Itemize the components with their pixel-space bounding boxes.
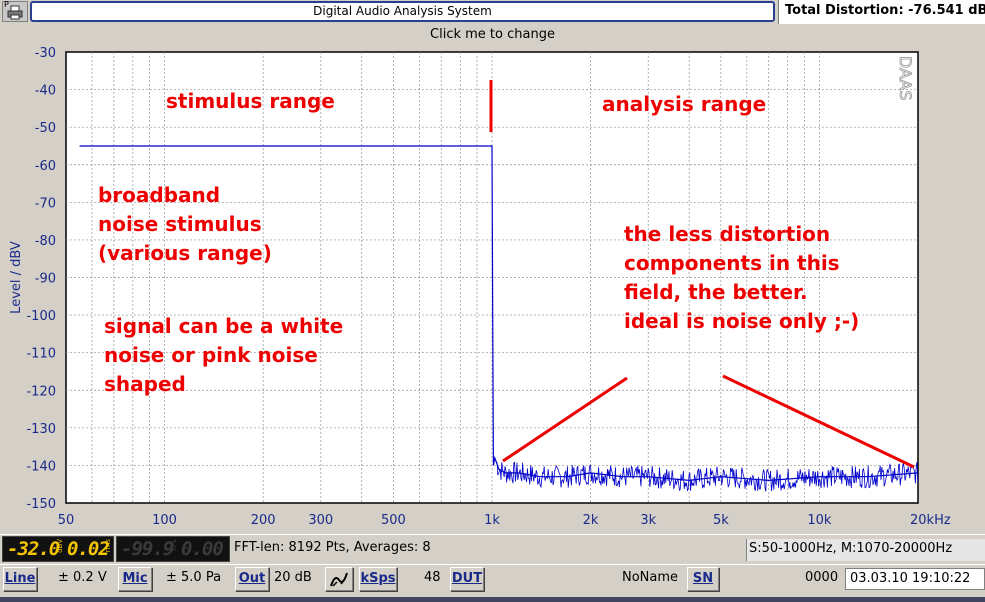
line-button[interactable]: Line — [3, 567, 37, 591]
signal-wave-icon — [330, 572, 348, 587]
y-tick-label: -150 — [26, 497, 56, 512]
x-tick-label: 500 — [381, 513, 406, 528]
x-tick-label: 3k — [640, 513, 656, 528]
plot-header-click-to-change[interactable]: Click me to change — [0, 27, 985, 42]
level-lcd-display: -32.0 dBV 0.02 rms — [2, 536, 114, 562]
counter-value: 0000 — [805, 570, 839, 585]
dut-name-value: NoName — [622, 570, 679, 585]
frequency-range-info: S:50-1000Hz, M:1070-20000Hz — [746, 539, 985, 561]
x-tick-label: 1k — [484, 513, 500, 528]
x-tick-label: 200 — [251, 513, 276, 528]
annotation-broadband: (various range) — [98, 241, 272, 265]
y-tick-label: -40 — [35, 84, 56, 99]
x-tick-label: 5k — [713, 513, 729, 528]
y-tick-label: -80 — [35, 234, 56, 249]
x-tick-label: 10k — [807, 513, 832, 528]
spl-value: -99.9 — [121, 538, 174, 560]
y-tick-label: -120 — [26, 384, 56, 399]
y-tick-label: -140 — [26, 459, 56, 474]
annotation-distortion-note: field, the better. — [624, 280, 808, 304]
x-tick-label: 50 — [58, 513, 75, 528]
dut-button[interactable]: DUT — [450, 567, 484, 591]
annotation-signal-note: noise or pink noise — [104, 343, 318, 367]
ksps-button[interactable]: kSps — [359, 567, 397, 591]
x-tick-label: 300 — [308, 513, 333, 528]
level-dbv-unit: dBV — [56, 539, 64, 553]
y-axis-label: Level / dBV — [9, 241, 24, 314]
y-tick-label: -70 — [35, 196, 56, 211]
spl-unit: SPL — [170, 539, 178, 552]
y-tick-label: -100 — [26, 309, 56, 324]
date-time-display: 03.03.10 19:10:22 — [845, 568, 985, 590]
sn-button[interactable]: SN — [687, 567, 719, 591]
level-rms-value: 0.02 — [67, 538, 110, 560]
spl-value-2: 0.00 — [181, 538, 224, 560]
x-tick-label: 100 — [152, 513, 177, 528]
annotation-distortion-note: components in this — [624, 251, 840, 275]
line-range-value: ± 0.2 V — [58, 570, 107, 585]
spl-lcd-display: -99.9 SPL 0.00 — [116, 536, 230, 562]
annotation-broadband: noise stimulus — [98, 212, 262, 236]
bottom-scrollbar[interactable] — [0, 597, 985, 602]
annotation-signal-note: signal can be a white — [104, 314, 343, 338]
out-button[interactable]: Out — [235, 567, 269, 591]
y-tick-label: -60 — [35, 159, 56, 174]
daas-watermark: DAAS — [896, 56, 915, 101]
y-tick-label: -90 — [35, 272, 56, 287]
y-tick-label: -110 — [26, 347, 56, 362]
out-gain-value: 20 dB — [274, 570, 312, 585]
annotation-distortion-note: ideal is noise only ;-) — [624, 309, 859, 333]
annotation-stimulus-range: stimulus range — [166, 89, 335, 113]
fft-info: FFT-len: 8192 Pts, Averages: 8 — [234, 540, 431, 555]
sample-rate-value: 48 — [424, 570, 441, 585]
y-tick-label: -30 — [35, 46, 56, 61]
level-rms-unit: rms — [104, 539, 112, 553]
y-tick-label: -50 — [35, 121, 56, 136]
x-tick-label: 2k — [583, 513, 599, 528]
mic-range-value: ± 5.0 Pa — [166, 570, 222, 585]
annotation-broadband: broadband — [98, 183, 220, 207]
x-tick-label: 20kHz — [910, 513, 951, 528]
spectrum-chart[interactable]: -30 -40 -50 -60 -70 -80 -90 -100 -110 -120 -130 -14… — [0, 0, 985, 534]
level-dbv-value: -32.0 — [7, 538, 60, 560]
annotation-signal-note: shaped — [104, 372, 186, 396]
signal-generator-button[interactable] — [325, 567, 353, 591]
y-tick-label: -130 — [26, 422, 56, 437]
annotation-analysis-range: analysis range — [602, 92, 766, 116]
annotation-distortion-note: the less distortion — [624, 222, 830, 246]
mic-button[interactable]: Mic — [118, 567, 152, 591]
